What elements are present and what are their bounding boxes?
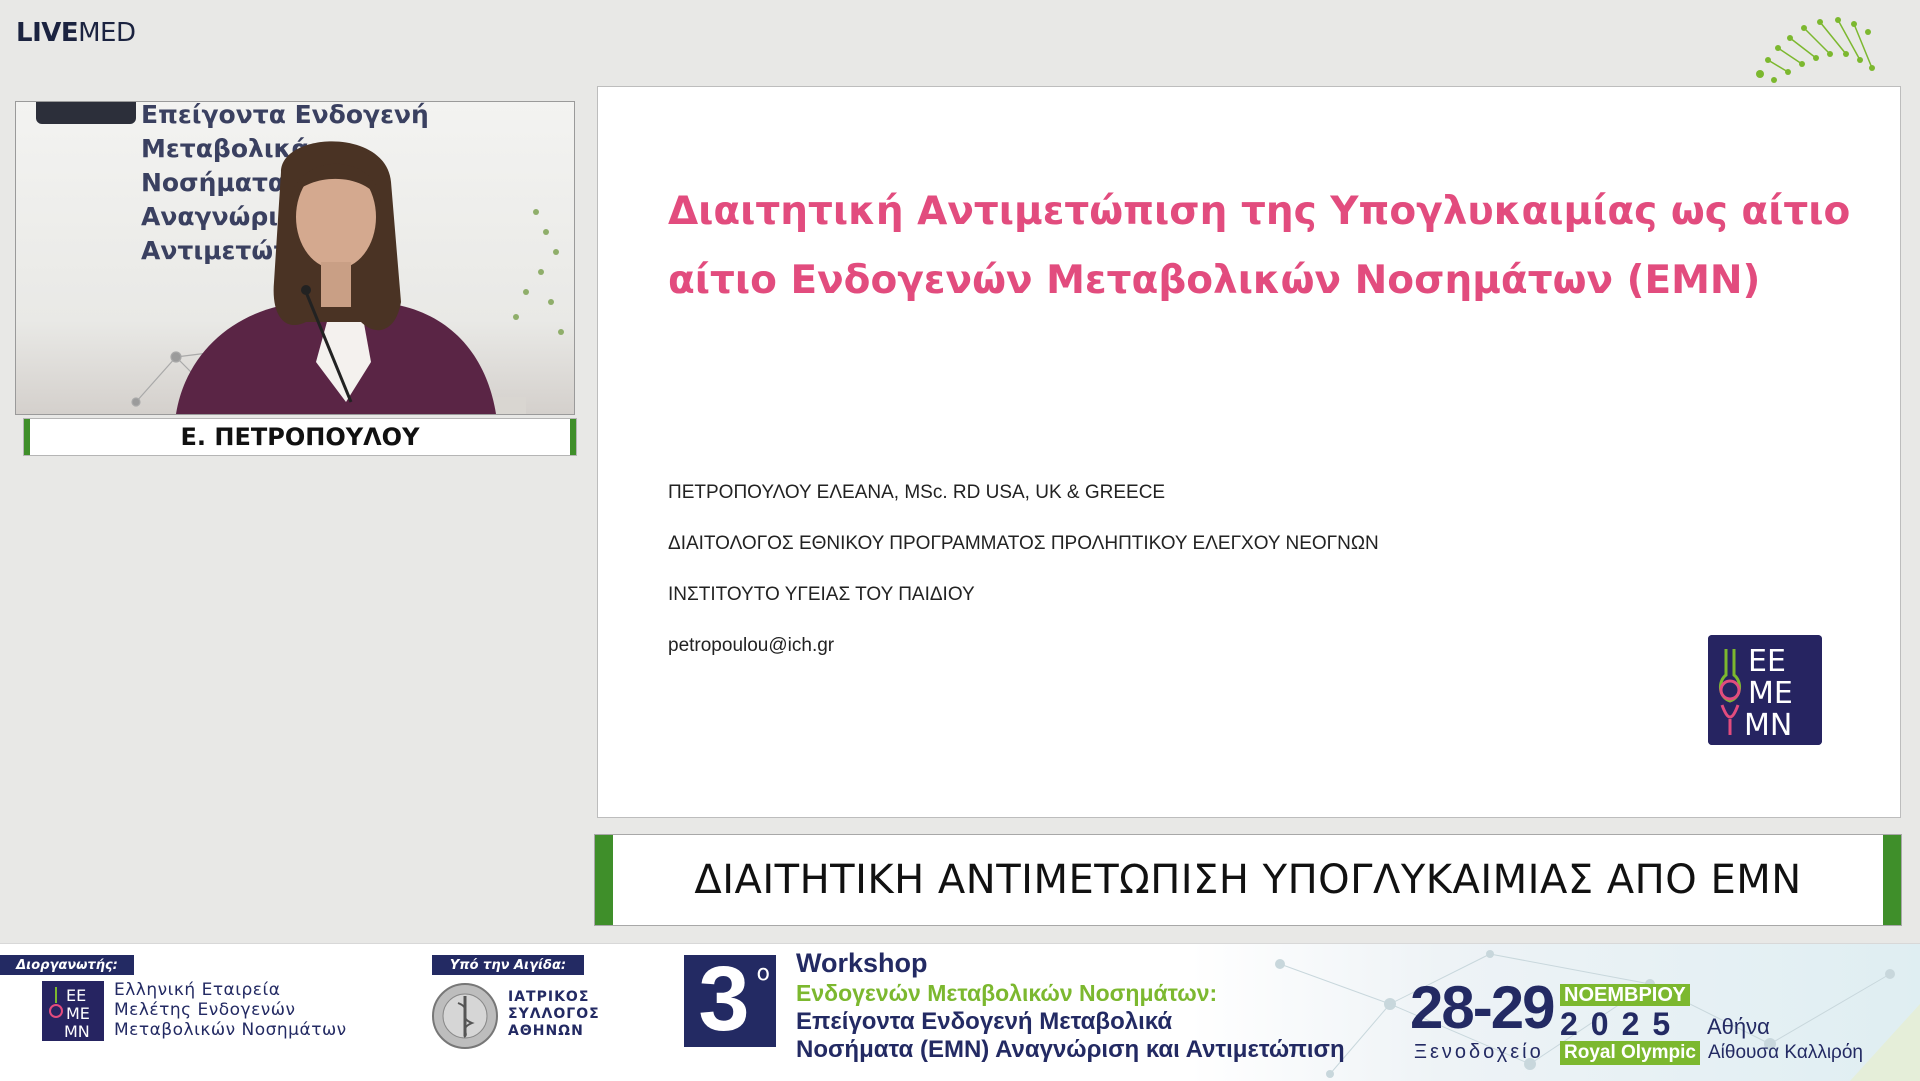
workshop-subtitle: Ενδογενών Μεταβολικών Νοσημάτων: bbox=[796, 980, 1218, 1006]
logo-line-2: ME bbox=[1748, 676, 1793, 711]
event-dates: 28-29 bbox=[1410, 974, 1555, 1041]
talk-caption-bar: ΔΙΑΙΤΗΤΙΚΗ ΑΝΤΙΜΕΤΩΠΙΣΗ ΥΠΟΓΛΥΚΑΙΜΙΑΣ ΑΠ… bbox=[595, 835, 1901, 925]
organizer-name: Ελληνική Εταιρεία Μελέτης Ενδογενών Μετα… bbox=[114, 980, 347, 1040]
aegis-line-2: ΣΥΛΛΟΓΟΣ bbox=[508, 1006, 600, 1022]
author-email: petropoulou@ich.gr bbox=[668, 635, 835, 656]
organizer-logo-icon: EE ME MN bbox=[42, 981, 104, 1041]
workshop-topic-line-1: Επείγοντα Ενδογενή Μεταβολικά bbox=[796, 1008, 1173, 1035]
venue-hall: Αίθουσα Καλλιρόη bbox=[1708, 1042, 1863, 1063]
speaker-name-plate: Ε. ΠΕΤΡΟΠΟΥΛΟΥ bbox=[24, 419, 576, 455]
brand-bold: LIVE bbox=[16, 18, 79, 48]
workshop-number-badge: 3 ο bbox=[684, 949, 776, 1049]
livemed-logo: LIVEMED bbox=[16, 18, 136, 48]
svg-text:EE: EE bbox=[66, 986, 86, 1005]
aegis-name: ΙΑΤΡΙΚΟΣ ΣΥΛΛΟΓΟΣ ΑΘΗΝΩΝ bbox=[508, 989, 600, 1040]
slide-author-info: ΠΕΤΡΟΠΟΥΛΟΥ ΕΛΕΑΝΑ, MSc. RD USA, UK & GR… bbox=[668, 482, 1379, 686]
aegis-label: Υπό την Αιγίδα: bbox=[432, 955, 584, 975]
venue-name: Royal Olympic bbox=[1560, 1041, 1700, 1065]
slide-title: Διαιτητική Αντιμετώπιση της Υπογλυκαιμία… bbox=[668, 177, 1851, 315]
author-name: ΠΕΤΡΟΠΟΥΛΟΥ ΕΛΕΑΝΑ, MSc. RD USA, UK & GR… bbox=[668, 482, 1166, 503]
workshop-number: 3 bbox=[698, 948, 750, 1050]
author-institute: ΙΝΣΤΙΤΟΥΤΟ ΥΓΕΙΑΣ ΤΟΥ ΠΑΙΔΙΟΥ bbox=[668, 584, 975, 605]
workshop-title: Workshop bbox=[796, 948, 928, 978]
brand-regular: MED bbox=[78, 18, 136, 48]
medical-association-seal-icon bbox=[432, 983, 498, 1049]
svg-text:ME: ME bbox=[66, 1004, 90, 1023]
workshop-topic-line-2: Νοσήματα (ΕΜΝ) Αναγνώριση και Αντιμετώπι… bbox=[796, 1036, 1345, 1063]
logo-line-3: MN bbox=[1744, 708, 1792, 743]
speaker-figure bbox=[131, 141, 564, 414]
organizer-label: Διοργανωτής: bbox=[0, 955, 134, 975]
aegis-line-1: ΙΑΤΡΙΚΟΣ bbox=[508, 989, 590, 1005]
presentation-slide: Διαιτητική Αντιμετώπιση της Υπογλυκαιμία… bbox=[598, 87, 1900, 817]
speaker-video: Επείγοντα Ενδογενή Μεταβολικά Νοσήματα (… bbox=[15, 101, 575, 415]
slide-title-line-2: αίτιο Ενδογενών Μεταβολικών Νοσημάτων (Ε… bbox=[668, 258, 1761, 303]
event-month: ΝΟΕΜΒΡΙΟΥ bbox=[1560, 984, 1690, 1006]
svg-text:MN: MN bbox=[64, 1022, 90, 1041]
event-city: Αθήνα bbox=[1707, 1014, 1770, 1039]
aegis-line-3: ΑΘΗΝΩΝ bbox=[508, 1023, 584, 1039]
eemem-logo-icon: EE ME MN bbox=[1708, 635, 1822, 745]
author-role: ΔΙΑΙΤΟΛΟΓΟΣ ΕΘΝΙΚΟΥ ΠΡΟΓΡΑΜΜΑΤΟΣ ΠΡΟΛΗΠΤ… bbox=[668, 533, 1379, 554]
venue-prefix: Ξενοδοχείο bbox=[1414, 1041, 1544, 1063]
workshop-number-suffix: ο bbox=[756, 961, 770, 986]
organizer-line-1: Ελληνική Εταιρεία bbox=[114, 980, 281, 1000]
organizer-line-3: Μεταβολικών Νοσημάτων bbox=[114, 1020, 347, 1040]
dna-decoration-icon bbox=[1756, 17, 1875, 83]
slide-title-line-1: Διαιτητική Αντιμετώπιση της Υπογλυκαιμία… bbox=[668, 189, 1851, 234]
event-year: 2025 bbox=[1560, 1006, 1684, 1042]
event-footer: Διοργανωτής: EE ME MN Ελληνική Εταιρεία … bbox=[0, 943, 1920, 1081]
organizer-line-2: Μελέτης Ενδογενών bbox=[114, 1000, 296, 1020]
workshop-topic: Επείγοντα Ενδογενή Μεταβολικά Νοσήματα (… bbox=[796, 1008, 1345, 1064]
logo-line-1: EE bbox=[1748, 644, 1786, 679]
